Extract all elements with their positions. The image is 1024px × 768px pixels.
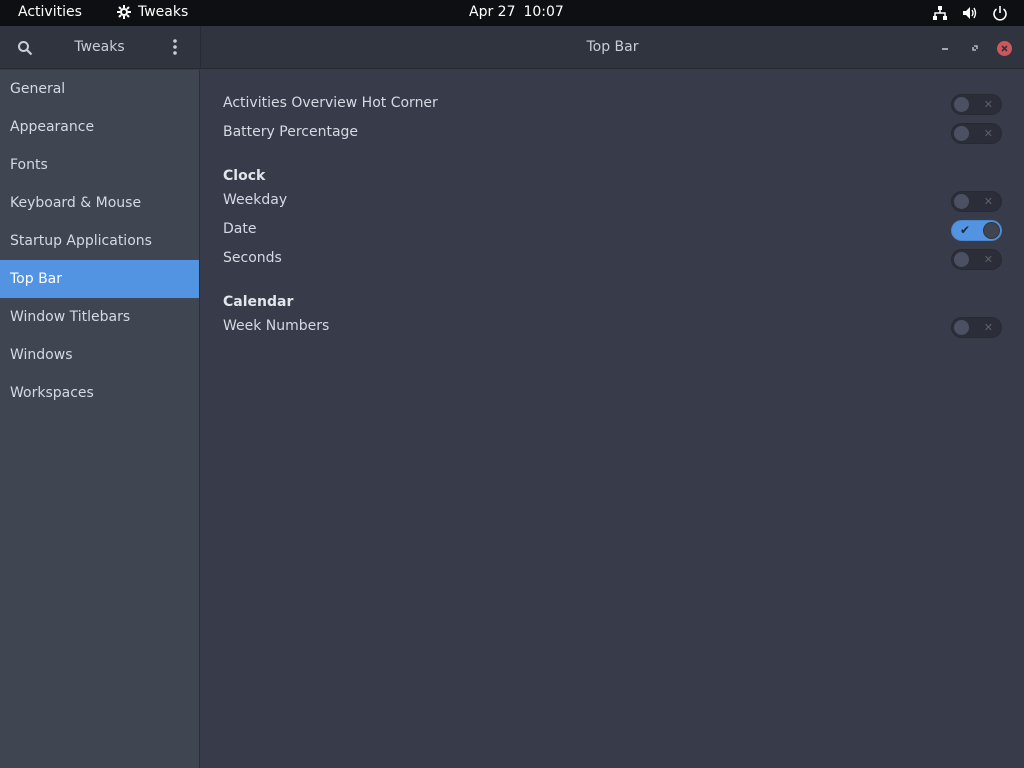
minimize-icon	[942, 48, 948, 50]
switch-knob	[953, 193, 970, 210]
setting-row-week-numbers: Week Numbers ✕	[223, 313, 1002, 341]
sidebar-item-general[interactable]: General	[0, 70, 199, 108]
sidebar: General Appearance Fonts Keyboard & Mous…	[0, 70, 200, 768]
sidebar-item-top-bar[interactable]: Top Bar	[0, 260, 199, 298]
setting-row-hot-corner: Activities Overview Hot Corner ✕	[223, 90, 1002, 118]
switch-knob	[953, 125, 970, 142]
switch-state-icon: ✔	[960, 223, 971, 237]
system-tray[interactable]	[932, 5, 1008, 21]
setting-label: Weekday	[223, 192, 288, 208]
setting-label: Seconds	[223, 250, 282, 266]
setting-label: Date	[223, 221, 257, 237]
page-title: Top Bar	[586, 39, 639, 55]
volume-icon[interactable]	[962, 5, 978, 21]
setting-label: Week Numbers	[223, 318, 330, 334]
sidebar-header: Tweaks	[0, 26, 201, 69]
sidebar-item-keyboard-mouse[interactable]: Keyboard & Mouse	[0, 184, 199, 222]
settings-panel: Activities Overview Hot Corner ✕ Battery…	[201, 70, 1024, 768]
tweaks-app-icon	[117, 5, 131, 19]
setting-row-battery-percentage: Battery Percentage ✕	[223, 119, 1002, 147]
setting-row-date: Date ✔	[223, 216, 1002, 244]
power-icon[interactable]	[992, 5, 1008, 21]
battery-percentage-switch[interactable]: ✕	[951, 123, 1002, 144]
header-bar: Tweaks Top Bar	[0, 26, 1024, 69]
setting-label: Activities Overview Hot Corner	[223, 95, 438, 111]
shell-top-bar: Activities Tweaks Apr 27 10:07	[0, 0, 1024, 26]
switch-knob	[953, 96, 970, 113]
maximize-icon	[972, 45, 978, 51]
sidebar-item-windows[interactable]: Windows	[0, 336, 199, 374]
weekday-switch[interactable]: ✕	[951, 191, 1002, 212]
minimize-button[interactable]	[937, 40, 953, 56]
maximize-button[interactable]	[967, 40, 983, 56]
date-switch[interactable]: ✔	[951, 220, 1002, 241]
window-controls	[937, 40, 1012, 56]
app-menu-button[interactable]: Tweaks	[116, 4, 188, 20]
switch-knob	[983, 222, 1000, 239]
switch-state-icon: ✕	[983, 321, 993, 334]
sidebar-item-appearance[interactable]: Appearance	[0, 108, 199, 146]
clock-button[interactable]: Apr 27 10:07	[469, 4, 564, 20]
activities-button[interactable]: Activities	[18, 4, 82, 20]
network-icon[interactable]	[932, 5, 948, 21]
app-menu-label: Tweaks	[138, 4, 189, 20]
close-button[interactable]	[997, 40, 1012, 56]
week-numbers-switch[interactable]: ✕	[951, 317, 1002, 338]
switch-state-icon: ✕	[983, 98, 993, 111]
clock-time: 10:07	[523, 4, 564, 20]
setting-row-seconds: Seconds ✕	[223, 245, 1002, 273]
hot-corner-switch[interactable]: ✕	[951, 94, 1002, 115]
section-title-calendar: Calendar	[223, 294, 294, 310]
setting-label: Battery Percentage	[223, 124, 359, 140]
sidebar-item-workspaces[interactable]: Workspaces	[0, 374, 199, 412]
sidebar-item-startup-applications[interactable]: Startup Applications	[0, 222, 199, 260]
switch-state-icon: ✕	[983, 127, 993, 140]
setting-row-weekday: Weekday ✕	[223, 187, 1002, 215]
switch-state-icon: ✕	[983, 253, 993, 266]
section-title-clock: Clock	[223, 168, 266, 184]
clock-date: Apr 27	[469, 4, 516, 20]
close-icon	[1001, 44, 1008, 52]
switch-state-icon: ✕	[983, 195, 993, 208]
switch-knob	[953, 319, 970, 336]
sidebar-item-window-titlebars[interactable]: Window Titlebars	[0, 298, 199, 336]
switch-knob	[953, 251, 970, 268]
seconds-switch[interactable]: ✕	[951, 249, 1002, 270]
menu-icon[interactable]	[168, 38, 182, 56]
sidebar-item-fonts[interactable]: Fonts	[0, 146, 199, 184]
